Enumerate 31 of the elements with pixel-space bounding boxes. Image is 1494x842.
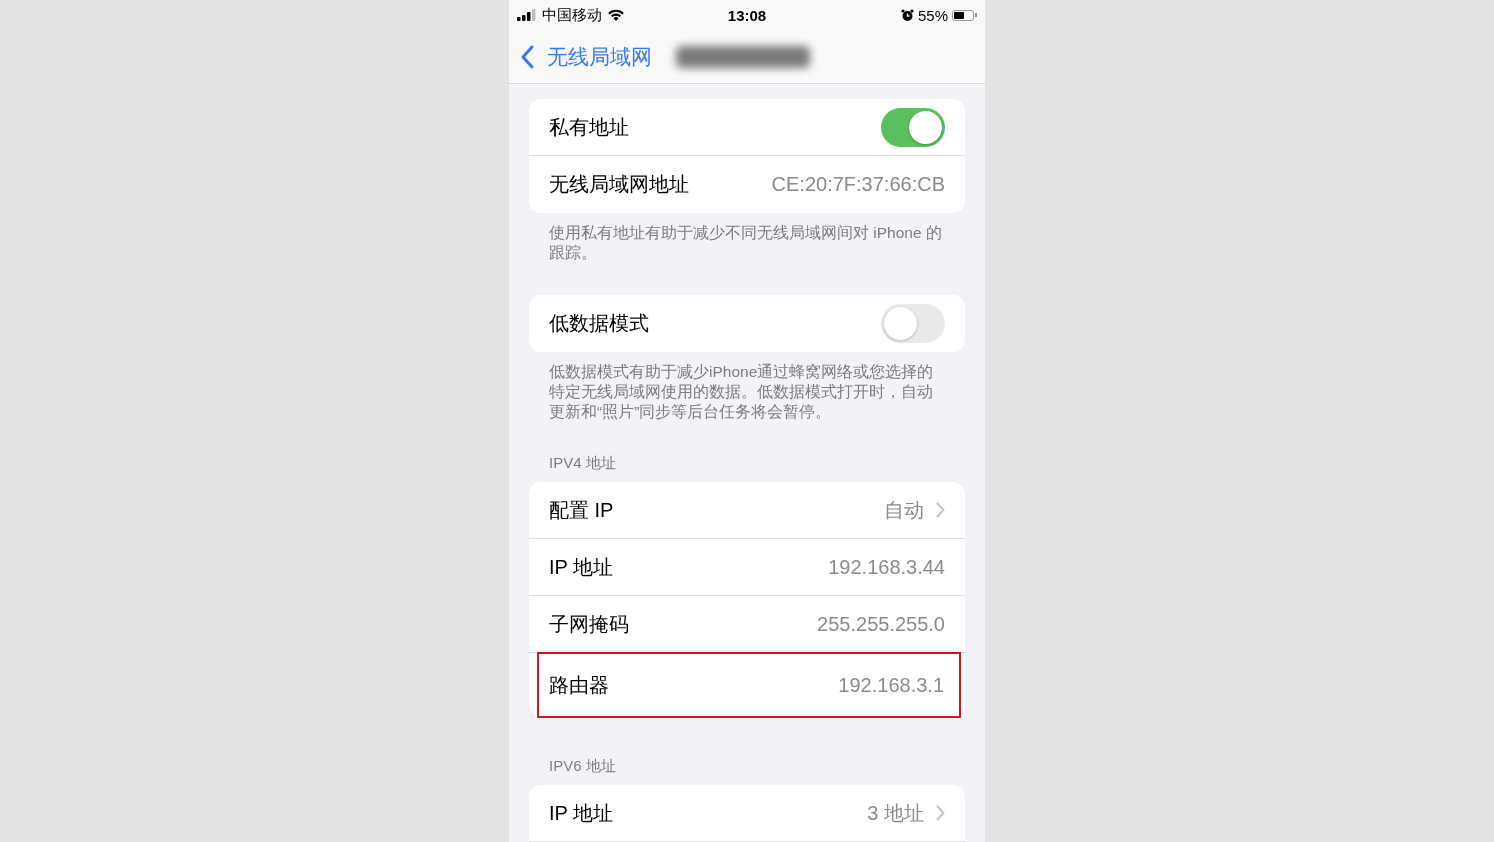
status-time: 13:08 bbox=[727, 6, 767, 24]
row-value: 192.168.3.44 bbox=[828, 555, 945, 579]
back-chevron-icon bbox=[521, 44, 535, 69]
alarm-clock-icon bbox=[900, 8, 914, 22]
battery-icon bbox=[952, 9, 974, 21]
battery-percent: 55% bbox=[917, 6, 948, 24]
section-header: IPV4 地址 bbox=[548, 454, 617, 473]
back-link[interactable]: 无线局域网 bbox=[547, 42, 652, 71]
section-header: IPV6 地址 bbox=[548, 757, 617, 776]
wifi-icon bbox=[607, 8, 625, 22]
chevron-right-icon bbox=[936, 805, 945, 821]
row-label: 无线局域网地址 bbox=[549, 172, 689, 197]
row-value: 3 地址 bbox=[867, 800, 924, 826]
row-label: 私有地址 bbox=[549, 114, 629, 140]
row-value: 255.255.255.0 bbox=[817, 612, 945, 636]
row-label: IP 地址 bbox=[549, 554, 614, 580]
toggle-switch[interactable] bbox=[881, 107, 945, 147]
section-footer: 使用私有地址有助于减少不同无线局域网间对 iPhone 的跟踪。 bbox=[529, 213, 965, 295]
row-value: 192.168.3.1 bbox=[838, 673, 944, 697]
row-label: 低数据模式 bbox=[549, 311, 649, 336]
signal-icon bbox=[517, 9, 537, 21]
row-label: 子网掩码 bbox=[549, 611, 629, 637]
section-footer: 低数据模式有助于减少iPhone通过蜂窝网络或您选择的特定无线局域网使用的数据。低数据模式打开时，自动更新和“照片”同步等后台任务将会暂停。 bbox=[529, 352, 965, 454]
row-value: 自动 bbox=[884, 497, 924, 523]
toggle-switch[interactable] bbox=[881, 304, 945, 343]
carrier-name: 中国移动 bbox=[542, 5, 602, 25]
row-label: 路由器 bbox=[549, 672, 609, 698]
row-value: CE:20:7F:37:66:CB bbox=[771, 173, 945, 196]
chevron-right-icon bbox=[936, 502, 945, 518]
row-label: 配置 IP bbox=[549, 497, 614, 523]
row-label: IP 地址 bbox=[549, 800, 614, 826]
